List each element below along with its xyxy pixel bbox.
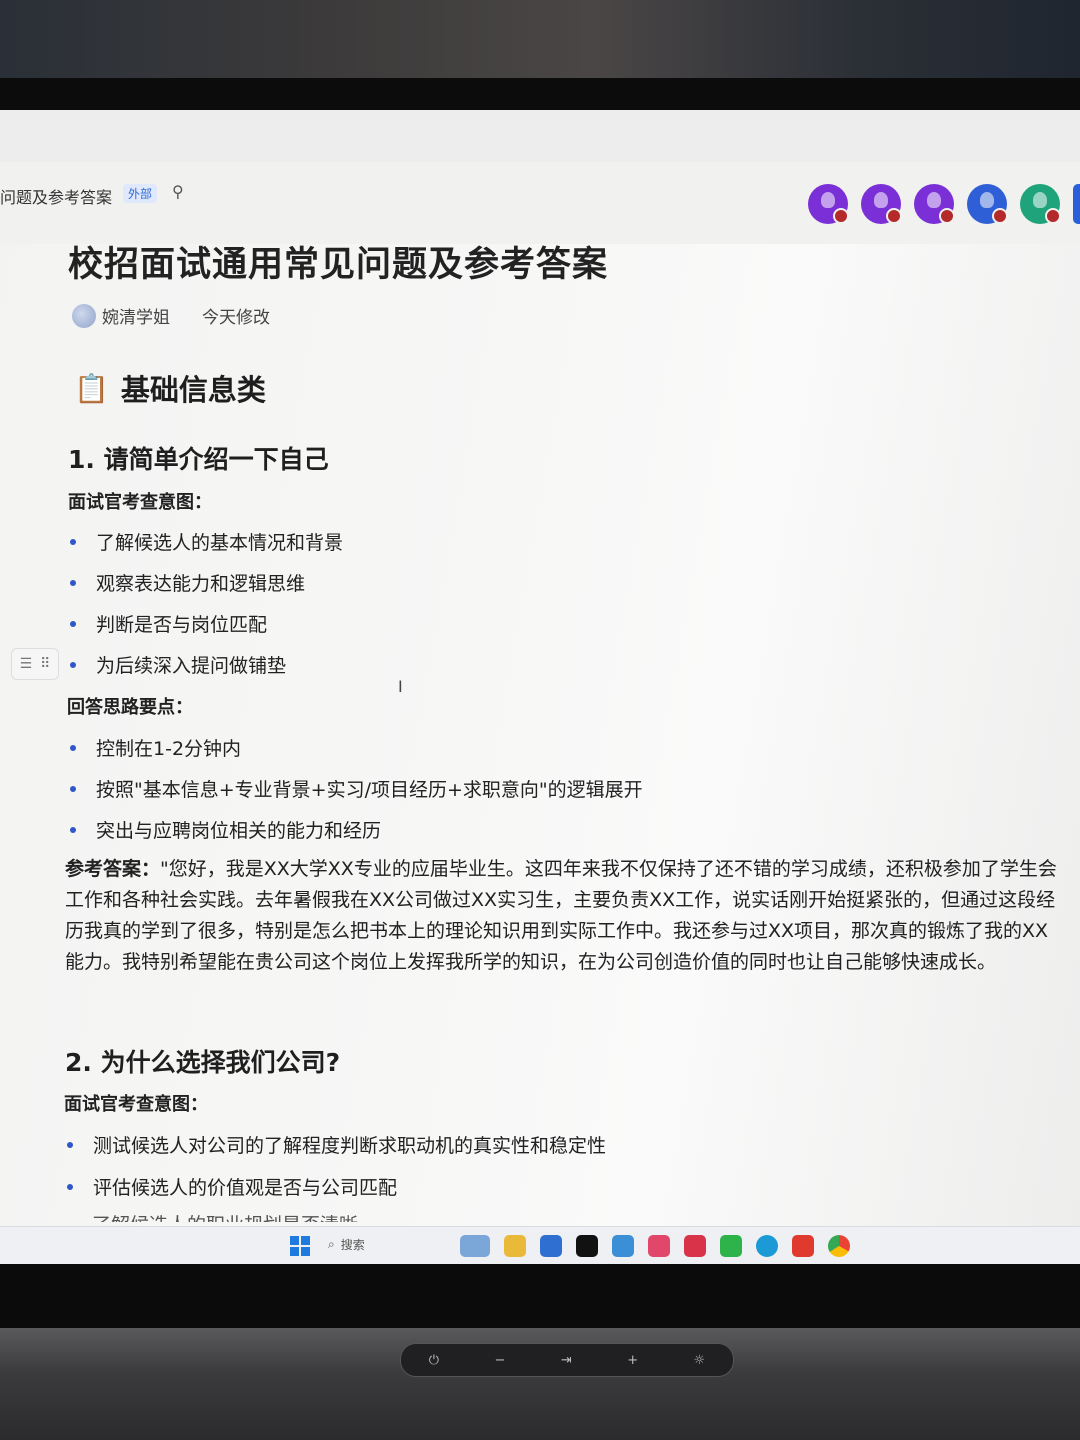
wechat-icon[interactable] (720, 1235, 742, 1257)
page-title: 校招面试通用常见问题及参考答案 (68, 245, 609, 285)
modified-time: 今天修改 (202, 308, 270, 328)
list-item: 了解候选人的基本情况和背景 (70, 528, 343, 555)
file-explorer-icon[interactable] (504, 1235, 526, 1257)
edge-icon[interactable] (756, 1235, 778, 1257)
answer-label: 参考答案： (65, 858, 161, 880)
q1-tips-label: 回答思路要点： (67, 697, 193, 718)
list-item: 观察表达能力和逻辑思维 (70, 569, 305, 596)
q1-answer-paragraph: 参考答案："您好，我是XX大学XX专业的应届毕业生。这四年来我不仅保持了还不错的… (65, 854, 1060, 978)
wps-icon[interactable] (792, 1235, 814, 1257)
pin-icon[interactable]: ⚲ (172, 182, 184, 201)
list-item: 控制在1-2分钟内 (70, 734, 241, 761)
question-2-title: 2. 为什么选择我们公司? (65, 1048, 341, 1077)
monitor-bezel-bottom (0, 1264, 1080, 1329)
list-item: 为后续深入提问做铺垫 (70, 651, 286, 678)
list-item: 判断是否与岗位匹配 (70, 610, 267, 637)
section-title: 基础信息类 (120, 373, 266, 407)
monitor-control-buttons: ⏻ − ⇥ + ☼ (400, 1343, 734, 1377)
plus-icon[interactable]: + (627, 1353, 638, 1368)
text-cursor-icon: I (398, 677, 403, 696)
monitor-bezel-top (0, 78, 1080, 112)
windows-start-icon[interactable] (290, 1236, 310, 1256)
list-item: 按照"基本信息+专业背景+实习/项目经历+求职意向"的逻辑展开 (70, 775, 643, 802)
search-icon: ⌕ (328, 1237, 335, 1251)
author-name[interactable]: 婉清学姐 (102, 303, 170, 328)
q1-intent-label: 面试官考查意图： (68, 492, 212, 513)
minus-icon[interactable]: − (494, 1353, 505, 1368)
list-item-cut-off: 了解候选人的职业规划是否清晰 (92, 1210, 358, 1222)
list-item: 突出与应聘岗位相关的能力和经历 (70, 816, 381, 843)
chrome-icon[interactable] (828, 1235, 850, 1257)
store-icon[interactable] (540, 1235, 562, 1257)
doc-tab-title[interactable]: 问题及参考答案 (0, 184, 112, 208)
power-icon[interactable]: ⏻ (429, 1353, 439, 1368)
list-format-icon[interactable]: ☰ (20, 656, 33, 672)
block-drag-handle[interactable]: ☰ ⠿ (11, 648, 59, 680)
window-top-strip (0, 110, 1080, 163)
collaborator-avatars (808, 184, 1080, 224)
question-1-title: 1. 请简单介绍一下自己 (68, 445, 329, 474)
list-item: 测试候选人对公司的了解程度判断求职动机的真实性和稳定性 (67, 1131, 606, 1158)
collaborator-avatar[interactable] (967, 184, 1008, 224)
collaborator-avatar[interactable] (808, 184, 849, 224)
red-app-icon[interactable] (684, 1235, 706, 1257)
list-item: 评估候选人的价值观是否与公司匹配 (67, 1173, 397, 1200)
taskbar-search[interactable]: ⌕ 搜索 (328, 1236, 365, 1253)
collaborator-avatar[interactable] (1020, 184, 1061, 224)
collaborator-avatar[interactable] (914, 184, 955, 224)
bird-app-icon[interactable] (612, 1235, 634, 1257)
room-background (0, 0, 1080, 80)
collaborator-avatar-partial[interactable] (1073, 184, 1080, 224)
monitor-screen: 问题及参考答案 外部 ⚲ 校招面试通用常见问题及参考答案 婉清学姐 今天修改 📋… (0, 110, 1080, 1265)
windows-taskbar: ⌕ 搜索 (0, 1226, 1080, 1265)
section-heading: 📋 基础信息类 (74, 367, 266, 409)
brightness-icon[interactable]: ☼ (694, 1353, 706, 1368)
q2-intent-label: 面试官考查意图： (64, 1094, 208, 1115)
taskbar-apps (460, 1235, 850, 1257)
external-badge: 外部 (123, 184, 158, 203)
drag-grip-icon[interactable]: ⠿ (40, 656, 50, 672)
widget-icon[interactable] (460, 1235, 490, 1257)
music-app-icon[interactable] (576, 1235, 598, 1257)
pink-app-icon[interactable] (648, 1235, 670, 1257)
clipboard-icon: 📋 (74, 371, 109, 405)
input-icon[interactable]: ⇥ (561, 1353, 572, 1368)
doc-meta: 婉清学姐 今天修改 (72, 303, 270, 328)
author-avatar[interactable] (72, 303, 96, 328)
collaborator-avatar[interactable] (861, 184, 902, 224)
answer-text: "您好，我是XX大学XX专业的应届毕业生。这四年来我不仅保持了还不错的学习成绩，… (65, 858, 1057, 973)
